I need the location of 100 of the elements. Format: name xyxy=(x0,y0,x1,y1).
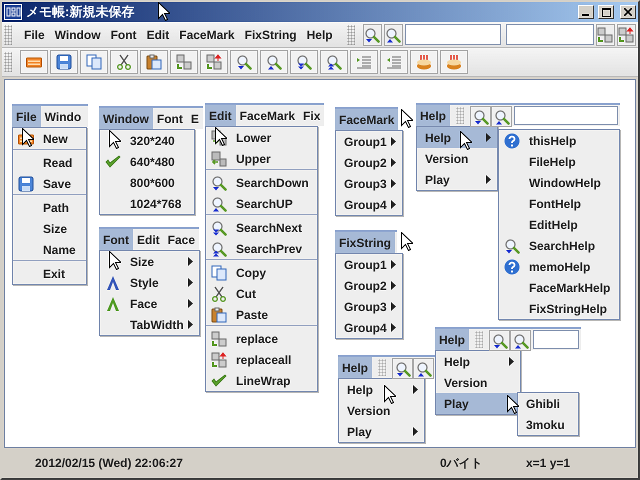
menu-bar-item[interactable]: FaceMark xyxy=(335,109,398,130)
grip-handle[interactable] xyxy=(456,107,464,124)
menu-item[interactable]: SearchPrev xyxy=(206,238,317,259)
menu-item[interactable]: Group4 xyxy=(336,317,402,338)
menu-item[interactable]: FaceMarkHelp xyxy=(499,277,619,298)
toolbar-button[interactable] xyxy=(110,50,138,74)
menu-item[interactable]: Paste xyxy=(206,304,317,325)
toolbar-button[interactable] xyxy=(200,50,228,74)
menu-item[interactable]: TabWidth xyxy=(100,314,199,335)
menu-item[interactable]: WindowHelp xyxy=(499,172,619,193)
menu-item[interactable]: FixString xyxy=(240,26,301,44)
menu-item[interactable]: Font xyxy=(106,26,141,44)
menu-bar-item[interactable]: FaceMark xyxy=(236,105,300,126)
menu-item[interactable]: FixStringHelp xyxy=(499,298,619,319)
menu-item[interactable]: Size xyxy=(13,218,86,239)
menu-item[interactable]: SearchUP xyxy=(206,193,317,214)
menu-item[interactable]: Group1 xyxy=(336,254,402,275)
menu-bar-item[interactable]: Fix xyxy=(299,105,324,126)
menu-item[interactable]: Version xyxy=(436,372,520,393)
search-down-button[interactable] xyxy=(489,330,510,351)
menu-bar-item[interactable]: Window xyxy=(99,108,153,129)
menu-item[interactable]: SearchDown xyxy=(206,172,317,193)
menu-item[interactable]: Help xyxy=(302,26,337,44)
search-down-button[interactable] xyxy=(392,358,414,379)
menu-item[interactable]: LineWrap xyxy=(206,370,317,391)
menu-item[interactable]: thisHelp xyxy=(499,130,619,151)
menu-bar-item[interactable]: File xyxy=(12,106,41,127)
menu-item[interactable]: Name xyxy=(13,239,86,260)
menu-item[interactable]: Version xyxy=(339,400,424,421)
menu-item[interactable]: Window xyxy=(50,26,105,44)
menu-item[interactable]: Help xyxy=(436,351,520,372)
replace-field[interactable] xyxy=(506,24,594,45)
toolbar-button[interactable] xyxy=(410,50,438,74)
toolbar-button[interactable] xyxy=(20,50,48,74)
menu-bar-item[interactable]: Edit xyxy=(133,229,164,250)
menu-item[interactable]: Exit xyxy=(13,263,86,284)
menu-item[interactable]: FontHelp xyxy=(499,193,619,214)
menu-item[interactable]: FileHelp xyxy=(499,151,619,172)
menu-item[interactable]: 800*600 xyxy=(100,172,194,193)
menu-item[interactable]: 640*480 xyxy=(100,151,194,172)
menu-item[interactable]: File xyxy=(20,26,49,44)
menu-bar-item[interactable]: Edit xyxy=(205,105,236,126)
menu-item[interactable]: SearchNext xyxy=(206,217,317,238)
menu-item[interactable]: Help xyxy=(417,127,497,148)
grip-handle[interactable] xyxy=(378,359,386,376)
replace-all-button[interactable] xyxy=(616,24,636,46)
menu-item[interactable]: Group1 xyxy=(336,131,402,152)
menu-item[interactable]: Read xyxy=(13,152,86,173)
menu-bar-item[interactable]: Help xyxy=(338,357,372,378)
search-up-button[interactable] xyxy=(510,330,532,351)
menu-item[interactable]: Upper xyxy=(206,148,317,169)
search-field[interactable] xyxy=(533,330,579,349)
menu-item[interactable]: Save xyxy=(13,173,86,194)
menu-item[interactable]: EditHelp xyxy=(499,214,619,235)
menu-item[interactable]: Group2 xyxy=(336,152,402,173)
grip-handle[interactable] xyxy=(346,24,355,44)
toolbar-button[interactable] xyxy=(170,50,198,74)
menu-item[interactable]: Group3 xyxy=(336,296,402,317)
toolbar-button[interactable] xyxy=(290,50,318,74)
menu-item[interactable]: Group3 xyxy=(336,173,402,194)
search-up-button[interactable] xyxy=(491,106,512,127)
minimize-button[interactable] xyxy=(578,5,594,19)
grip-handle[interactable] xyxy=(475,331,484,348)
toolbar-button[interactable] xyxy=(140,50,168,74)
search-field[interactable] xyxy=(404,24,501,45)
search-down-button[interactable] xyxy=(470,106,492,127)
toolbar-button[interactable] xyxy=(440,50,468,74)
menu-item[interactable]: Cut xyxy=(206,283,317,304)
toolbar-button[interactable] xyxy=(320,50,348,74)
toolbar-button[interactable] xyxy=(230,50,258,74)
menu-item[interactable]: Size xyxy=(100,251,199,272)
menu-item[interactable]: 3moku xyxy=(518,414,578,435)
menu-item[interactable]: Copy xyxy=(206,262,317,283)
menu-item[interactable]: FaceMark xyxy=(175,26,239,44)
menu-item[interactable]: 320*240 xyxy=(100,130,194,151)
menu-bar-item[interactable]: Font xyxy=(152,108,187,129)
menu-item[interactable]: Edit xyxy=(142,26,174,44)
menu-item[interactable]: 1024*768 xyxy=(100,193,194,214)
menu-item[interactable]: Group2 xyxy=(336,275,402,296)
toolbar-button[interactable] xyxy=(260,50,288,74)
toolbar-button[interactable] xyxy=(380,50,408,74)
menu-item[interactable]: Face xyxy=(100,293,199,314)
toolbar-button[interactable] xyxy=(80,50,108,74)
menu-item[interactable]: Help xyxy=(339,379,424,400)
toolbar-button[interactable] xyxy=(350,50,378,74)
menu-bar-item[interactable]: Face xyxy=(164,229,200,250)
search-up-button[interactable] xyxy=(413,358,434,379)
close-button[interactable] xyxy=(620,5,636,19)
replace-button[interactable] xyxy=(596,24,615,46)
menu-item[interactable]: Version xyxy=(417,148,497,169)
menu-item[interactable]: Path xyxy=(13,197,86,218)
menu-item[interactable]: SearchHelp xyxy=(499,235,619,256)
search-down-button[interactable] xyxy=(362,24,382,46)
menu-bar-item[interactable]: Windo xyxy=(40,106,86,127)
grip-handle[interactable] xyxy=(4,24,12,44)
menu-bar-item[interactable]: Help xyxy=(416,105,450,126)
menu-item[interactable]: Group4 xyxy=(336,194,402,215)
search-up-button[interactable] xyxy=(384,24,403,46)
search-field[interactable] xyxy=(514,106,618,125)
toolbar-button[interactable] xyxy=(50,50,78,74)
